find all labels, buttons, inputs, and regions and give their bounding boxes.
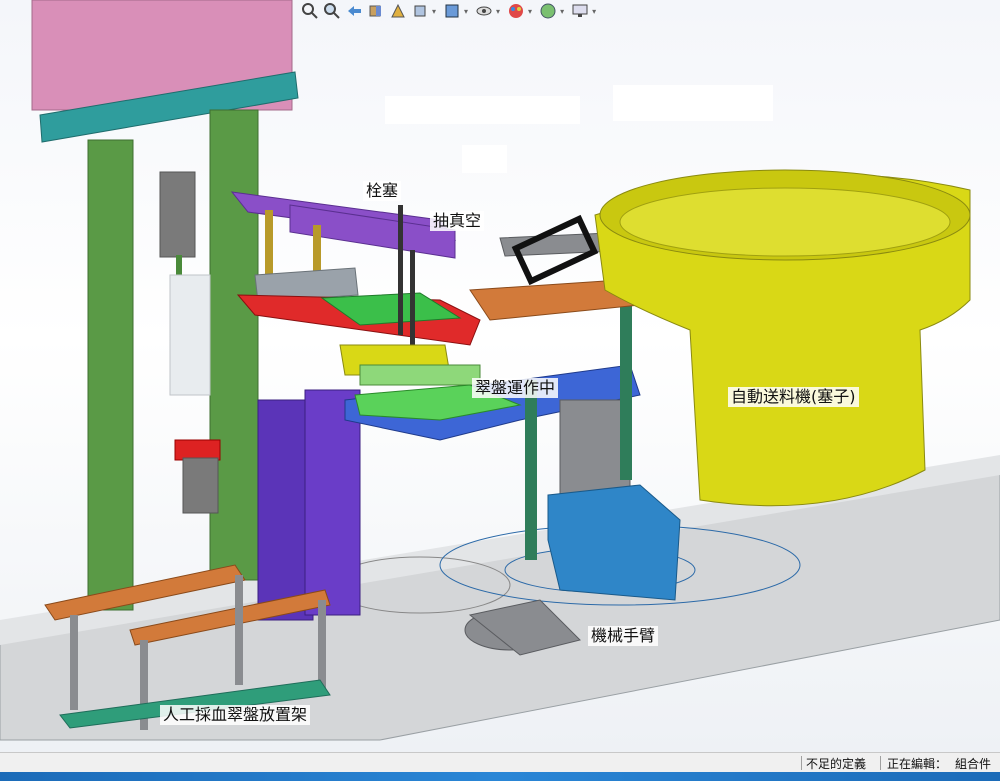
chevron-down-icon[interactable]: ▾ (592, 7, 596, 16)
redaction-box (385, 96, 580, 124)
hide-show-items-icon[interactable] (474, 1, 494, 21)
heads-up-view-toolbar: ▾ ▾ ▾ ▾ ▾ ▾ (300, 0, 600, 22)
chevron-down-icon[interactable]: ▾ (528, 7, 532, 16)
status-under-defined: 不足的定義 (806, 757, 867, 771)
view-orientation-icon[interactable] (410, 1, 430, 21)
dynamic-annotation-icon[interactable] (388, 1, 408, 21)
robot-base-blue (547, 484, 681, 601)
redaction-box (462, 145, 507, 173)
status-message-area (0, 753, 800, 773)
annotation-robot-arm: 機械手臂 (588, 626, 659, 646)
needle-rod (398, 205, 403, 335)
chevron-down-icon[interactable]: ▾ (560, 7, 564, 16)
annotation-manual-rack: 人工採血翠盤放置架 (160, 705, 311, 725)
view-settings-icon[interactable] (570, 1, 590, 21)
support-post (525, 380, 537, 560)
apply-scene-icon[interactable] (538, 1, 558, 21)
status-editing-label: 正在編輯： (887, 757, 948, 771)
display-style-icon[interactable] (442, 1, 462, 21)
feeder-bowl-inner (619, 187, 951, 257)
annotation-tray-running: 翠盤運作中 (472, 378, 559, 398)
chevron-down-icon[interactable]: ▾ (432, 7, 436, 16)
actuator-cylinder (304, 389, 361, 616)
chevron-down-icon[interactable]: ▾ (496, 7, 500, 16)
windows-taskbar (0, 772, 1000, 781)
status-editing-mode: 組合件 (955, 757, 992, 771)
manual-rack-post (70, 615, 78, 710)
annotation-auto-feeder: 自動送料機(塞子) (728, 387, 859, 407)
column (87, 139, 134, 611)
syringe-cylinder (159, 171, 196, 258)
red-cap (174, 439, 221, 461)
annotation-plug: 栓塞 (363, 181, 402, 201)
green-frame (359, 364, 481, 386)
annotation-vacuum: 抽真空 (430, 211, 485, 231)
status-bar: 不足的定義 正在編輯： 組合件 (0, 752, 1000, 773)
chevron-down-icon[interactable]: ▾ (464, 7, 468, 16)
syringe-glass (169, 274, 211, 396)
redaction-box (613, 85, 773, 121)
graphics-viewport[interactable]: ▾ ▾ ▾ ▾ ▾ ▾ 栓塞 抽真空 翠盤運作中 自動送料機(塞子) 機械手臂 … (0, 0, 1000, 752)
vial (182, 457, 219, 514)
manual-rack-post (235, 575, 243, 685)
status-separator (880, 756, 881, 770)
previous-view-icon[interactable] (344, 1, 364, 21)
section-view-icon[interactable] (366, 1, 386, 21)
edit-appearance-icon[interactable] (506, 1, 526, 21)
status-separator (801, 756, 802, 770)
zoom-to-fit-icon[interactable] (300, 1, 320, 21)
zoom-to-area-icon[interactable] (322, 1, 342, 21)
